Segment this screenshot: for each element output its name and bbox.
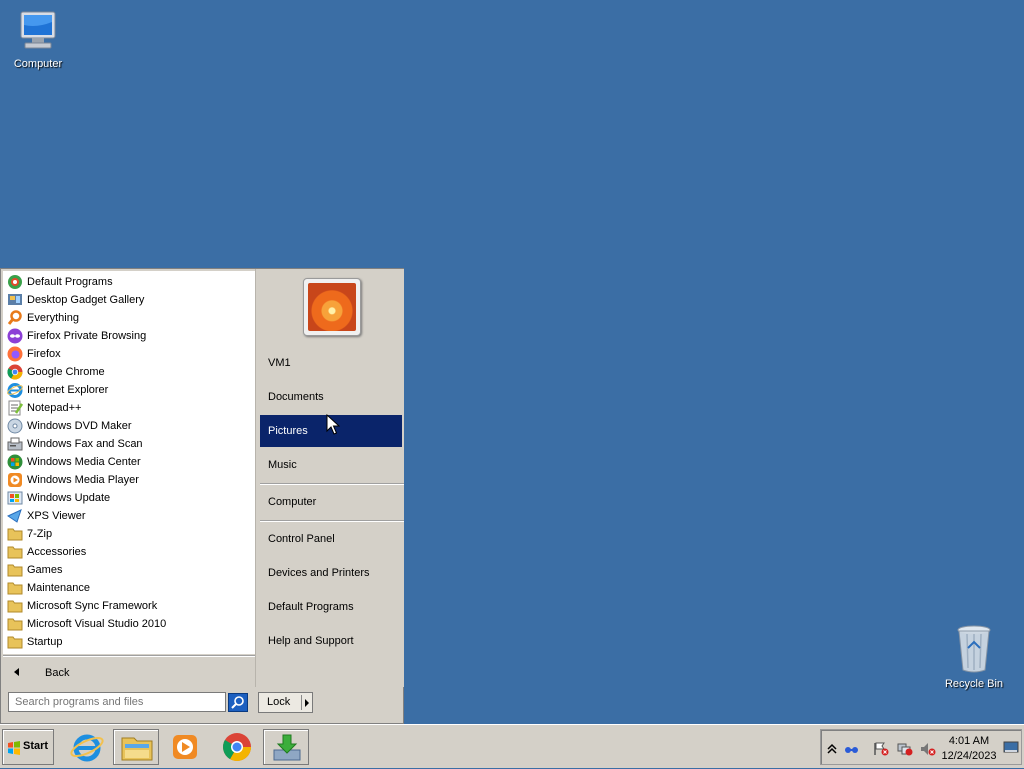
start-menu-right-pane: VM1 Documents Pictures Music Computer Co… (255, 269, 404, 687)
program-folder-maintenance[interactable]: Maintenance (7, 579, 251, 597)
start-button[interactable]: Start (2, 729, 54, 765)
firefox-private-icon (7, 328, 23, 344)
desktop-icon-computer[interactable]: Computer (0, 10, 78, 70)
chrome-icon (7, 364, 23, 380)
right-item-default-programs[interactable]: Default Programs (260, 591, 402, 623)
windows-flag-icon (8, 741, 20, 755)
desktop-icon-recycle-bin-label: Recycle Bin (944, 678, 1004, 690)
program-folder-microsoft-sync-framework[interactable]: Microsoft Sync Framework (7, 597, 251, 615)
start-menu: Default Programs Desktop Gadget Gallery … (0, 268, 404, 724)
desktop-icon-computer-label: Computer (13, 58, 63, 70)
program-default-programs[interactable]: Default Programs (7, 273, 251, 291)
chrome-icon (223, 733, 251, 761)
everything-search-icon (7, 310, 22, 325)
right-separator (260, 483, 404, 485)
taskbar-google-chrome[interactable] (214, 729, 260, 765)
right-item-documents[interactable]: Documents (260, 381, 402, 413)
taskbar-internet-explorer[interactable] (64, 729, 110, 765)
folder-icon (7, 636, 23, 649)
show-hidden-icons-icon[interactable] (825, 742, 839, 756)
back-button[interactable]: Back (3, 659, 255, 687)
search-input[interactable] (8, 692, 226, 712)
taskbar-media-player[interactable] (162, 729, 208, 765)
folder-icon (7, 564, 23, 577)
mouse-cursor-icon (326, 414, 340, 435)
explorer-icon (121, 737, 153, 761)
folder-icon (7, 528, 23, 541)
taskbar-installer[interactable] (263, 729, 309, 765)
program-windows-update[interactable]: Windows Update (7, 489, 251, 507)
xps-viewer-icon (7, 509, 22, 523)
folder-icon (7, 600, 23, 613)
fax-scan-icon (7, 437, 23, 451)
program-notepadpp[interactable]: Notepad++ (7, 399, 251, 417)
desktop-icon-recycle-bin[interactable]: Recycle Bin (934, 624, 1014, 690)
taskbar-clock[interactable]: 4:01 AM 12/24/2023 (939, 734, 999, 764)
program-desktop-gadget-gallery[interactable]: Desktop Gadget Gallery (7, 291, 251, 309)
program-firefox-private-browsing[interactable]: Firefox Private Browsing (7, 327, 251, 345)
installer-icon (273, 734, 301, 761)
firefox-icon (7, 346, 23, 362)
gadget-gallery-icon (8, 294, 22, 305)
network-tray-icon[interactable] (843, 742, 861, 756)
right-separator (260, 520, 404, 522)
clock-time: 4:01 AM (948, 735, 990, 747)
media-player-icon (173, 735, 197, 759)
programs-separator (3, 655, 255, 657)
dvd-maker-icon (7, 418, 23, 434)
program-folder-games[interactable]: Games (7, 561, 251, 579)
ie-icon (70, 734, 104, 762)
program-folder-7zip[interactable]: 7-Zip (7, 525, 251, 543)
folder-icon (7, 582, 23, 595)
folder-icon (7, 618, 23, 631)
right-item-help-and-support[interactable]: Help and Support (260, 625, 402, 657)
show-desktop-icon[interactable] (1003, 740, 1019, 754)
search-icon (231, 696, 244, 709)
recycle-bin-icon (957, 625, 991, 673)
all-programs-list: Default Programs Desktop Gadget Gallery … (3, 271, 255, 654)
program-folder-visual-studio-2010[interactable]: Microsoft Visual Studio 2010 (7, 615, 251, 633)
ie-icon (7, 383, 23, 398)
notification-area: 4:01 AM 12/24/2023 (820, 729, 1022, 765)
media-player-icon (8, 473, 22, 487)
lock-button[interactable]: Lock (258, 692, 313, 713)
shutdown-options-arrow-icon[interactable] (305, 699, 309, 707)
taskbar: Start 4:01 AM 12/24/2023 (0, 724, 1024, 768)
taskbar-windows-explorer[interactable] (113, 729, 159, 765)
search-button[interactable] (228, 693, 248, 712)
right-item-vm1[interactable]: VM1 (260, 347, 402, 379)
right-item-computer[interactable]: Computer (260, 486, 402, 518)
program-windows-media-player[interactable]: Windows Media Player (7, 471, 251, 489)
program-google-chrome[interactable]: Google Chrome (7, 363, 251, 381)
user-avatar[interactable] (303, 278, 361, 336)
program-folder-accessories[interactable]: Accessories (7, 543, 251, 561)
right-item-devices-and-printers[interactable]: Devices and Printers (260, 557, 402, 589)
program-windows-media-center[interactable]: Windows Media Center (7, 453, 251, 471)
right-item-control-panel[interactable]: Control Panel (260, 523, 402, 555)
program-xps-viewer[interactable]: XPS Viewer (7, 507, 251, 525)
notepadpp-icon (8, 400, 23, 416)
action-center-flag-icon[interactable] (873, 742, 889, 756)
back-arrow-icon (14, 668, 19, 676)
program-folder-startup[interactable]: Startup (7, 633, 251, 651)
flower-picture-icon (308, 283, 356, 331)
network-status-icon[interactable] (897, 742, 913, 756)
default-programs-icon (8, 275, 22, 289)
folder-icon (7, 546, 23, 559)
program-windows-fax-and-scan[interactable]: Windows Fax and Scan (7, 435, 251, 453)
computer-icon (20, 11, 56, 49)
program-firefox[interactable]: Firefox (7, 345, 251, 363)
right-item-music[interactable]: Music (260, 449, 402, 481)
clock-date: 12/24/2023 (941, 750, 997, 762)
media-center-icon (7, 454, 23, 470)
volume-muted-icon[interactable] (920, 742, 936, 756)
program-internet-explorer[interactable]: Internet Explorer (7, 381, 251, 399)
program-everything[interactable]: Everything (7, 309, 251, 327)
program-windows-dvd-maker[interactable]: Windows DVD Maker (7, 417, 251, 435)
windows-update-icon (7, 491, 23, 505)
